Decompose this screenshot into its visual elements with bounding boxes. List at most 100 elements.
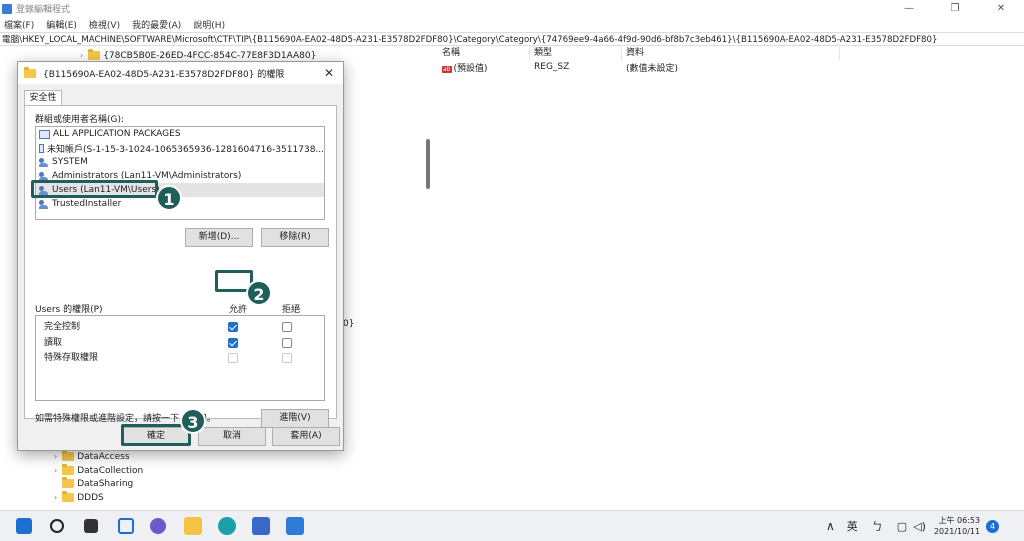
- list-item[interactable]: ALL APPLICATION PACKAGES: [36, 127, 324, 141]
- package-icon: [39, 143, 45, 153]
- column-type[interactable]: 類型: [530, 47, 622, 60]
- menu-file[interactable]: 檔案(F): [4, 18, 34, 31]
- column-name[interactable]: 名稱: [438, 47, 530, 60]
- users-icon: [39, 157, 49, 167]
- folder-icon: [62, 450, 75, 461]
- special-allow-checkbox: [228, 353, 238, 363]
- full-control-allow-checkbox[interactable]: [228, 322, 238, 332]
- list-item-label: ALL APPLICATION PACKAGES: [53, 129, 181, 139]
- window-title: 登錄編輯程式: [16, 5, 71, 15]
- notification-badge[interactable]: 4: [986, 519, 1000, 533]
- value-row[interactable]: ab (預設值) REG_SZ (數值未設定): [438, 60, 1024, 74]
- read-allow-checkbox[interactable]: [228, 338, 238, 348]
- apply-button[interactable]: 套用(A): [272, 427, 340, 446]
- add-button[interactable]: 新增(D)...: [185, 228, 253, 247]
- value-name: (預設值): [453, 63, 488, 74]
- deny-header: 拒絕: [282, 305, 301, 315]
- tab-security[interactable]: 安全性: [24, 90, 62, 106]
- permission-special: 特殊存取權限: [44, 353, 99, 363]
- package-icon: [39, 129, 50, 139]
- tree-node[interactable]: › DataAccess: [54, 450, 130, 463]
- folder-icon: [24, 66, 36, 78]
- folder-icon: [62, 464, 75, 475]
- advanced-button[interactable]: 進階(V): [261, 409, 329, 428]
- users-icon: [39, 199, 49, 209]
- input-mode-icon[interactable]: ㄅ: [872, 518, 883, 534]
- menu-view[interactable]: 檢視(V): [89, 18, 120, 31]
- tree-node-label: {78CB5B0E-26ED-4FCC-854C-77E8F3D1AA80}: [103, 50, 317, 61]
- address-bar[interactable]: 電腦\HKEY_LOCAL_MACHINE\SOFTWARE\Microsoft…: [0, 32, 1024, 46]
- remove-button[interactable]: 移除(R): [261, 228, 329, 247]
- edge-icon[interactable]: [218, 517, 236, 535]
- menu-edit[interactable]: 編輯(E): [46, 18, 77, 31]
- permissions-list: 完全控制 讀取 特殊存取權限: [35, 315, 325, 401]
- value-data: (數值未設定): [626, 63, 679, 74]
- taskbar: ∧ 英 ㄅ ▢ ◁) 上午 06:53 2021/10/11 4: [0, 510, 1024, 540]
- chevron-right-icon[interactable]: ›: [54, 493, 57, 502]
- values-header: 名稱 類型 資料: [438, 47, 1024, 60]
- list-item[interactable]: SYSTEM: [36, 155, 324, 169]
- security-page: 群組或使用者名稱(G): ALL APPLICATION PACKAGES 未知…: [24, 105, 337, 428]
- menu-help[interactable]: 說明(H): [193, 18, 225, 31]
- permission-full-control: 完全控制: [44, 322, 81, 332]
- column-data[interactable]: 資料: [622, 47, 840, 60]
- string-value-icon: ab: [442, 65, 452, 73]
- clock-date: 2021/10/11: [933, 527, 981, 536]
- dialog-close-icon[interactable]: ✕: [321, 66, 337, 80]
- tree-node-partial[interactable]: 0}: [343, 317, 354, 330]
- tree-node-label: DataAccess: [77, 451, 130, 462]
- group-label: 群組或使用者名稱(G):: [35, 115, 125, 125]
- callout-badge-3: 3: [180, 408, 206, 434]
- search-icon[interactable]: [50, 519, 64, 533]
- folder-icon: [62, 477, 75, 488]
- permission-read: 讀取: [44, 338, 63, 348]
- widgets-icon[interactable]: [118, 518, 134, 534]
- callout-highlight-users: [31, 180, 158, 198]
- menu-bar: 檔案(F) 編輯(E) 檢視(V) 我的最愛(A) 說明(H): [0, 17, 1024, 32]
- start-icon[interactable]: [16, 518, 32, 534]
- list-item[interactable]: 未知帳戶(S-1-15-3-1024-1065365936-1281604716…: [36, 141, 324, 155]
- clock[interactable]: 上午 06:53 2021/10/11: [934, 515, 980, 537]
- tree-node[interactable]: › DataCollection: [54, 464, 143, 477]
- menu-favorites[interactable]: 我的最愛(A): [132, 18, 181, 31]
- file-explorer-icon[interactable]: [184, 517, 202, 535]
- chevron-up-icon[interactable]: ∧: [826, 519, 835, 533]
- title-bar: 登錄編輯程式 — ❐ ✕: [0, 0, 1024, 17]
- callout-badge-1: 1: [156, 185, 182, 211]
- list-item-label: TrustedInstaller: [52, 199, 122, 209]
- maximize-button[interactable]: ❐: [932, 0, 978, 17]
- list-item-label: 未知帳戶(S-1-15-3-1024-1065365936-1281604716…: [47, 144, 324, 155]
- chevron-right-icon[interactable]: ›: [54, 466, 57, 475]
- tree-node-label: DataCollection: [77, 465, 144, 476]
- close-button[interactable]: ✕: [978, 0, 1024, 17]
- special-deny-checkbox: [282, 353, 292, 363]
- network-icon[interactable]: ▢: [897, 520, 907, 533]
- permissions-label: Users 的權限(P): [35, 305, 103, 315]
- tree-node-label: DDDS: [77, 492, 104, 503]
- chevron-right-icon[interactable]: ›: [54, 452, 57, 461]
- system-tray: ∧ 英 ㄅ ▢ ◁) 上午 06:53 2021/10/11 4: [826, 511, 1000, 541]
- list-item-label: SYSTEM: [52, 157, 88, 167]
- principal-list: ALL APPLICATION PACKAGES 未知帳戶(S-1-15-3-1…: [35, 126, 325, 220]
- minimize-button[interactable]: —: [886, 0, 932, 17]
- read-deny-checkbox[interactable]: [282, 338, 292, 348]
- tree-scrollbar[interactable]: [424, 47, 432, 505]
- task-view-icon[interactable]: [84, 519, 98, 533]
- volume-icon[interactable]: ◁): [913, 520, 926, 533]
- tree-node[interactable]: › DDDS: [54, 491, 104, 504]
- values-pane: 名稱 類型 資料 ab (預設值) REG_SZ (數值未設定): [438, 47, 1024, 505]
- regedit-taskbar-icon[interactable]: [286, 517, 304, 535]
- chat-icon[interactable]: [150, 518, 166, 534]
- dialog-title-bar: {B115690A-EA02-48D5-A231-E3578D2FDF80} 的…: [18, 62, 343, 84]
- store-icon[interactable]: [252, 517, 270, 535]
- tree-node-label: 0}: [343, 318, 355, 329]
- tree-node[interactable]: ›DataSharing: [54, 477, 133, 490]
- chevron-right-icon[interactable]: ›: [80, 51, 83, 60]
- ime-indicator[interactable]: 英: [847, 518, 858, 534]
- dialog-title: {B115690A-EA02-48D5-A231-E3578D2FDF80} 的…: [43, 69, 285, 80]
- full-control-deny-checkbox[interactable]: [282, 322, 292, 332]
- value-type: REG_SZ: [534, 62, 570, 72]
- cancel-button[interactable]: 取消: [198, 427, 266, 446]
- scrollbar-thumb[interactable]: [426, 139, 430, 189]
- callout-highlight-ok: [121, 424, 191, 446]
